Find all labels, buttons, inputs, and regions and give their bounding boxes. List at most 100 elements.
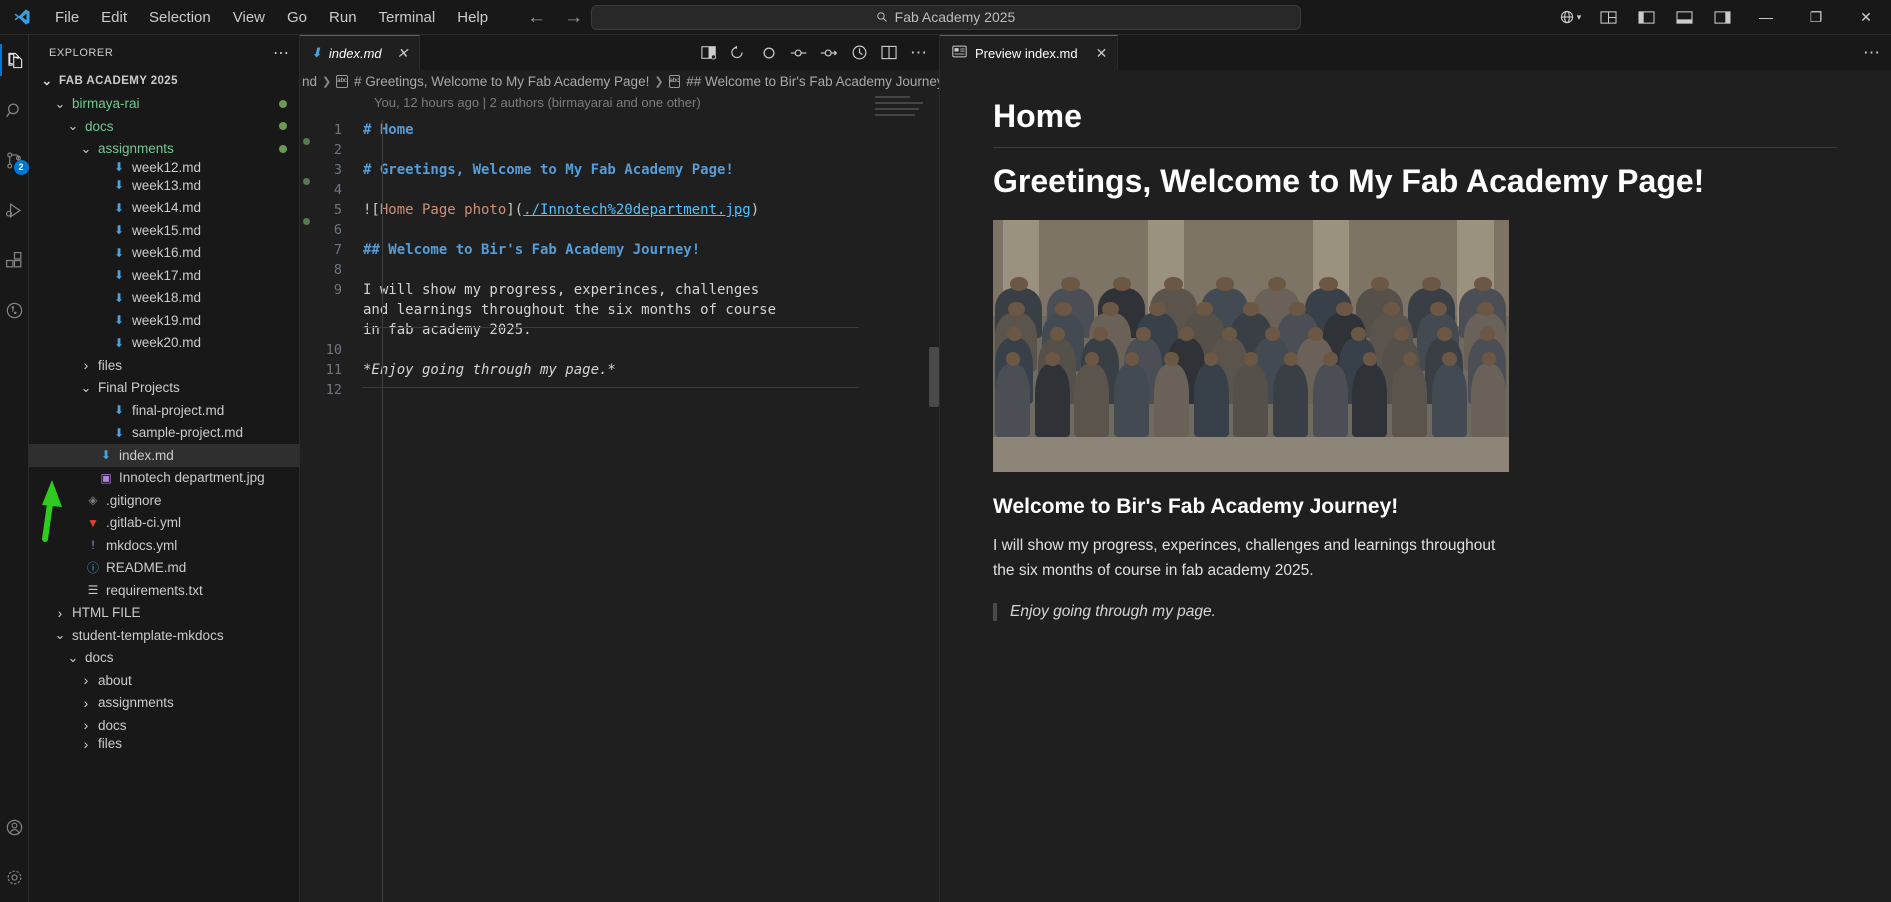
line-content[interactable]: ![Home Page photo](./Innotech%20departme… bbox=[362, 200, 759, 220]
tree-file-week19-md[interactable]: ⬇ week19.md bbox=[29, 309, 299, 332]
toggle-secondary-sidebar-icon[interactable] bbox=[1705, 3, 1739, 31]
tree-file-week12-md[interactable]: ⬇ week12.md bbox=[29, 160, 299, 175]
line-content[interactable] bbox=[362, 140, 371, 160]
minimize-button[interactable]: — bbox=[1743, 0, 1789, 34]
editor-scrollbar[interactable] bbox=[929, 347, 939, 407]
run-code-icon[interactable] bbox=[725, 39, 753, 67]
tree-folder-final-projects[interactable]: ⌄ Final Projects bbox=[29, 377, 299, 400]
debug-continue-icon[interactable] bbox=[815, 39, 843, 67]
tree-file-sample-project-md[interactable]: ⬇ sample-project.md bbox=[29, 422, 299, 445]
more-actions-icon[interactable]: ⋯ bbox=[905, 39, 933, 67]
tree-file-final-project-md[interactable]: ⬇ final-project.md bbox=[29, 399, 299, 422]
code-line[interactable]: 2 bbox=[314, 140, 939, 160]
code-line[interactable]: 8 bbox=[314, 260, 939, 280]
customize-layout-icon[interactable] bbox=[1591, 3, 1625, 31]
line-content[interactable] bbox=[362, 220, 371, 240]
line-content[interactable]: # Home bbox=[362, 120, 414, 140]
tab-index-md[interactable]: ⬇ index.md ✕ bbox=[300, 35, 420, 70]
tree-folder-assignments[interactable]: › assignments bbox=[29, 692, 299, 715]
code-line[interactable]: 6 bbox=[314, 220, 939, 240]
tree-folder-assignments[interactable]: ⌄ assignments bbox=[29, 138, 299, 161]
tree-folder-html-file[interactable]: › HTML FILE bbox=[29, 602, 299, 625]
activitybar-item-accounts[interactable] bbox=[0, 802, 29, 852]
file-tree[interactable]: ⌄ FAB ACADEMY 2025 ⌄ birmaya-rai ⌄ docs ⌄ assig… bbox=[29, 70, 299, 902]
tree-folder-docs[interactable]: ⌄ docs bbox=[29, 647, 299, 670]
menu-edit[interactable]: Edit bbox=[90, 5, 138, 30]
minimap[interactable] bbox=[875, 96, 925, 126]
code-editor[interactable]: You, 12 hours ago | 2 authors (birmayara… bbox=[300, 92, 939, 902]
code-line[interactable]: 12 bbox=[314, 380, 939, 400]
ellipsis-icon[interactable]: ⋯ bbox=[1863, 43, 1881, 63]
activitybar-item-test-explorer[interactable] bbox=[0, 285, 29, 335]
tree-folder-fab-academy-2025[interactable]: ⌄ FAB ACADEMY 2025 bbox=[29, 70, 299, 93]
code-line[interactable]: 11 *Enjoy going through my page.* bbox=[314, 360, 939, 380]
breadcrumb-item-2[interactable]: ## Welcome to Bir's Fab Academy Journey! bbox=[686, 74, 939, 89]
activitybar-item-search[interactable] bbox=[0, 85, 29, 135]
tree-folder-student-template-mkdocs[interactable]: ⌄ student-template-mkdocs bbox=[29, 624, 299, 647]
menu-selection[interactable]: Selection bbox=[138, 5, 222, 30]
line-content[interactable] bbox=[362, 260, 371, 280]
tree-file-week15-md[interactable]: ⬇ week15.md bbox=[29, 219, 299, 242]
remote-window-icon[interactable]: ▾ bbox=[1553, 3, 1587, 31]
tab-preview-index-md[interactable]: Preview index.md ✕ bbox=[940, 35, 1119, 70]
tree-folder-files[interactable]: › files bbox=[29, 354, 299, 377]
tree-folder-docs[interactable]: ⌄ docs bbox=[29, 115, 299, 138]
maximize-button[interactable]: ❐ bbox=[1793, 0, 1839, 34]
close-icon[interactable]: ✕ bbox=[397, 45, 409, 62]
tree-file-requirements-txt[interactable]: ☰ requirements.txt bbox=[29, 579, 299, 602]
tree-folder-docs[interactable]: › docs bbox=[29, 714, 299, 737]
close-button[interactable]: ✕ bbox=[1843, 0, 1889, 34]
line-content[interactable] bbox=[362, 380, 371, 400]
tree-folder-about[interactable]: › about bbox=[29, 669, 299, 692]
open-preview-to-side-icon[interactable] bbox=[695, 39, 723, 67]
code-body[interactable]: You, 12 hours ago | 2 authors (birmayara… bbox=[314, 92, 939, 902]
code-line[interactable]: 7 ## Welcome to Bir's Fab Academy Journey… bbox=[314, 240, 939, 260]
tree-file-mkdocs-yml[interactable]: ! mkdocs.yml bbox=[29, 534, 299, 557]
command-center[interactable]: Fab Academy 2025 bbox=[590, 4, 1301, 30]
tree-folder-files[interactable]: › files bbox=[29, 736, 299, 752]
tree-file-week17-md[interactable]: ⬇ week17.md bbox=[29, 264, 299, 287]
breadcrumb-item-1[interactable]: # Greetings, Welcome to My Fab Academy P… bbox=[354, 74, 649, 89]
line-content[interactable]: ## Welcome to Bir's Fab Academy Journey! bbox=[362, 240, 700, 260]
tree-file-week16-md[interactable]: ⬇ week16.md bbox=[29, 242, 299, 265]
activitybar-item-run-and-debug[interactable] bbox=[0, 185, 29, 235]
debug-breakpoint-icon[interactable] bbox=[755, 39, 783, 67]
arrow-right-icon[interactable]: → bbox=[564, 8, 583, 27]
tree-file-week20-md[interactable]: ⬇ week20.md bbox=[29, 332, 299, 355]
tree-file-week14-md[interactable]: ⬇ week14.md bbox=[29, 197, 299, 220]
code-line[interactable]: 5 ![Home Page photo](./Innotech%20departm… bbox=[314, 200, 939, 220]
line-content[interactable]: I will show my progress, experinces, cha… bbox=[362, 280, 792, 340]
menu-file[interactable]: File bbox=[44, 5, 90, 30]
menu-terminal[interactable]: Terminal bbox=[368, 5, 447, 30]
line-content[interactable] bbox=[362, 180, 371, 200]
ellipsis-icon[interactable]: ⋯ bbox=[273, 43, 290, 63]
code-line[interactable]: 4 bbox=[314, 180, 939, 200]
timeline-icon[interactable] bbox=[845, 39, 873, 67]
code-line[interactable]: 3 # Greetings, Welcome to My Fab Academy … bbox=[314, 160, 939, 180]
line-content[interactable] bbox=[362, 340, 371, 360]
activitybar-item-extensions[interactable] bbox=[0, 235, 29, 285]
split-editor-icon[interactable] bbox=[875, 39, 903, 67]
tree-file-readme-md[interactable]: ⓘ README.md bbox=[29, 557, 299, 580]
line-content[interactable]: *Enjoy going through my page.* bbox=[362, 360, 616, 380]
menu-help[interactable]: Help bbox=[446, 5, 499, 30]
arrow-left-icon[interactable]: ← bbox=[527, 8, 546, 27]
code-line[interactable]: 1 # Home bbox=[314, 120, 939, 140]
tree-file-week18-md[interactable]: ⬇ week18.md bbox=[29, 287, 299, 310]
tree-file-innotech-department-jpg[interactable]: ▣ Innotech department.jpg bbox=[29, 467, 299, 490]
menu-run[interactable]: Run bbox=[318, 5, 368, 30]
activitybar-item-explorer[interactable] bbox=[0, 35, 29, 85]
activitybar-item-manage[interactable] bbox=[0, 852, 29, 902]
activitybar-item-source-control[interactable]: 2 bbox=[0, 135, 29, 185]
menu-go[interactable]: Go bbox=[276, 5, 318, 30]
toggle-primary-sidebar-icon[interactable] bbox=[1629, 3, 1663, 31]
tree-file--gitlab-ci-yml[interactable]: ▼ .gitlab-ci.yml bbox=[29, 512, 299, 535]
tree-file-index-md[interactable]: ⬇ index.md bbox=[29, 444, 299, 467]
tree-folder-birmaya-rai[interactable]: ⌄ birmaya-rai bbox=[29, 93, 299, 116]
tree-file--gitignore[interactable]: ◈ .gitignore bbox=[29, 489, 299, 512]
tree-file-week13-md[interactable]: ⬇ week13.md bbox=[29, 174, 299, 197]
line-content[interactable]: # Greetings, Welcome to My Fab Academy P… bbox=[362, 160, 734, 180]
code-line[interactable]: 9 I will show my progress, experinces, ch… bbox=[314, 280, 939, 340]
code-line[interactable]: 10 bbox=[314, 340, 939, 360]
debug-step-over-icon[interactable] bbox=[785, 39, 813, 67]
